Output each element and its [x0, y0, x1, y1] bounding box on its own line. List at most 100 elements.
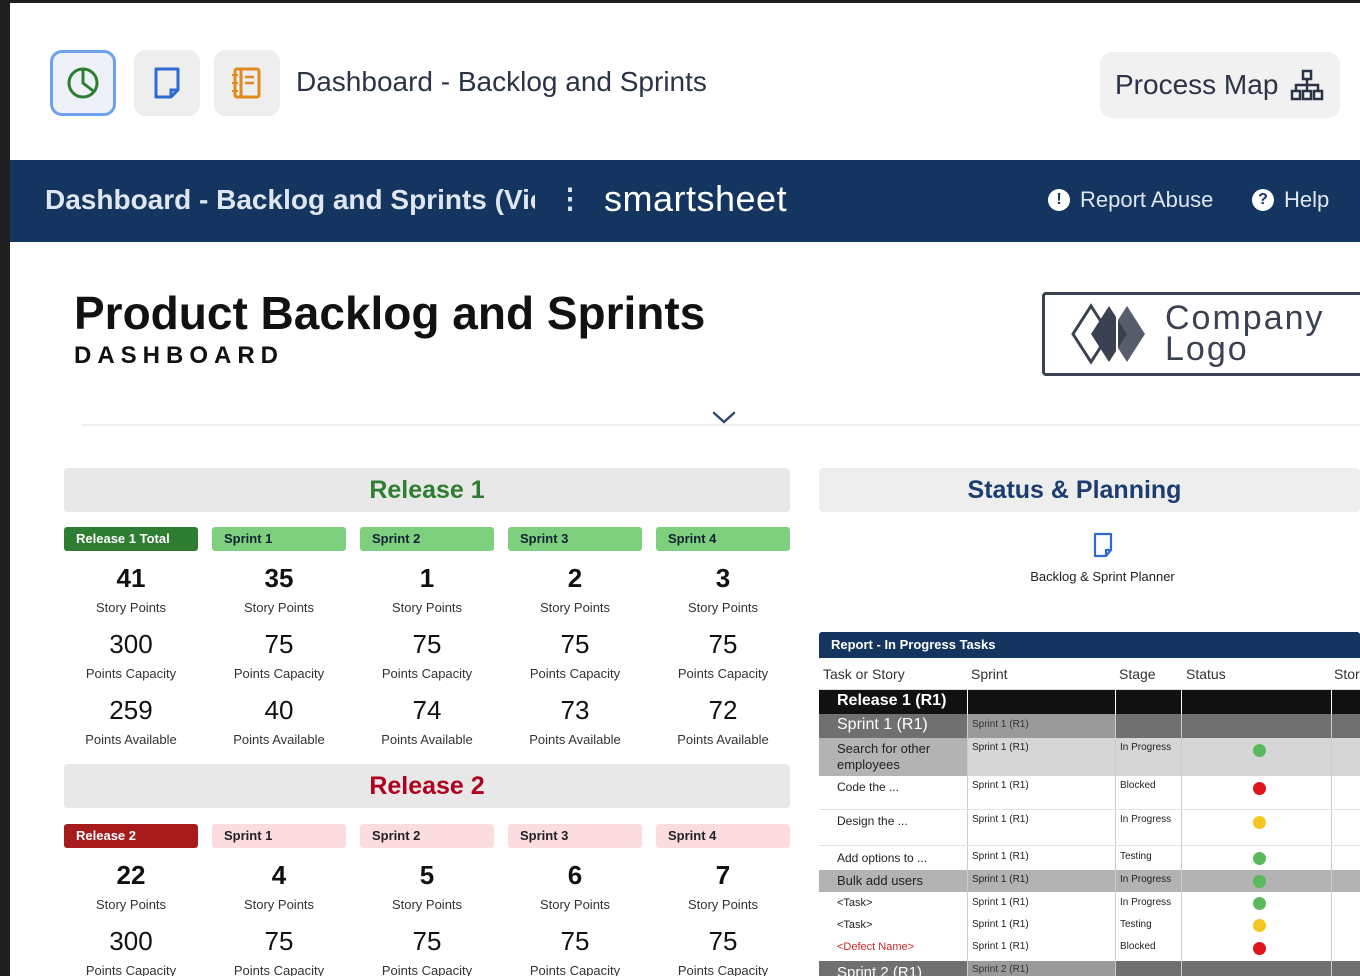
column-tag: Sprint 1 — [212, 527, 346, 551]
available-value: 40 — [264, 695, 294, 725]
status-cell — [1181, 915, 1331, 938]
toolbar-title: Dashboard - Backlog and Sprints — [296, 66, 707, 97]
capacity-label: Points Capacity — [677, 666, 769, 681]
table-row[interactable]: <Defect Name> Sprint 1 (R1) Blocked — [819, 938, 1360, 961]
status-dot — [1253, 816, 1266, 829]
logo-text-logo: Logo — [1165, 330, 1249, 368]
story-cell — [1331, 776, 1360, 809]
column-tag: Sprint 3 — [508, 824, 642, 848]
release-2-header: Release 2 — [64, 764, 790, 808]
column-header-task[interactable]: Task or Story — [823, 666, 905, 682]
status-cell — [1181, 776, 1331, 809]
available-value: 73 — [560, 695, 590, 725]
table-row[interactable]: Code the ... Sprint 1 (R1) Blocked — [819, 776, 1360, 810]
capacity-label: Points Capacity — [233, 963, 325, 976]
story-points-value: 35 — [264, 563, 294, 593]
column-tag: Sprint 2 — [360, 824, 494, 848]
column-header-status[interactable]: Status — [1186, 666, 1226, 682]
page-title: Product Backlog and Sprints — [74, 287, 706, 339]
column-tag: Release 2 — [64, 824, 198, 848]
story-points-value: 6 — [567, 860, 583, 890]
capacity-label: Points Capacity — [677, 963, 769, 976]
dashboard-toolbar: Dashboard - Backlog and Sprints Process … — [10, 14, 1360, 160]
status-cell — [1181, 870, 1331, 892]
backlog-sprint-planner-link[interactable]: Backlog & Sprint Planner — [1020, 532, 1185, 584]
table-row[interactable]: Release 1 (R1) — [819, 690, 1360, 714]
story-points-label: Story Points — [95, 897, 167, 912]
release-1-sprint-1-column: Sprint 1 35 Story Points 75 Points Capac… — [212, 527, 346, 747]
table-row[interactable]: Add options to ... Sprint 1 (R1) Testing — [819, 846, 1360, 870]
chevron-down-icon[interactable] — [711, 410, 737, 426]
sprint-cell — [967, 690, 1115, 714]
capacity-value: 300 — [109, 629, 153, 659]
table-row[interactable]: Design the ... Sprint 1 (R1) In Progress — [819, 810, 1360, 846]
release-1-metrics: Release 1 Total 41 Story Points 300 Poin… — [64, 527, 790, 757]
table-row[interactable]: Search for other employees Sprint 1 (R1)… — [819, 738, 1360, 776]
table-row[interactable]: Bulk add users Sprint 1 (R1) In Progress — [819, 870, 1360, 892]
capacity-value: 75 — [708, 629, 738, 659]
status-cell — [1181, 690, 1331, 714]
table-row[interactable]: Sprint 1 (R1) Sprint 1 (R1) — [819, 714, 1360, 738]
story-points-label: Story Points — [687, 897, 759, 912]
table-row[interactable]: <Task> Sprint 1 (R1) Testing — [819, 915, 1360, 938]
story-cell — [1331, 961, 1360, 976]
story-cell — [1331, 690, 1360, 714]
task-cell: Code the ... — [837, 780, 900, 794]
more-options-icon[interactable]: ⋮ — [556, 182, 584, 215]
available-value: 74 — [412, 695, 442, 725]
story-points-label: Story Points — [687, 600, 759, 615]
window-top-border — [0, 0, 1360, 14]
report-abuse-link[interactable]: ! Report Abuse — [1048, 187, 1213, 213]
smartsheet-logo: smartsheet — [604, 178, 788, 219]
release-2-sprint-1-column: Sprint 1 4 Story Points 75 Points Capaci… — [212, 824, 346, 976]
column-tag: Release 1 Total — [64, 527, 198, 551]
capacity-label: Points Capacity — [85, 963, 177, 976]
story-points-label: Story Points — [539, 897, 611, 912]
stage-cell: In Progress — [1115, 870, 1181, 892]
release-2-sprint-3-column: Sprint 3 6 Story Points 75 Points Capaci… — [508, 824, 642, 976]
stage-cell: In Progress — [1115, 810, 1181, 845]
task-cell: Add options to ... — [837, 851, 928, 865]
status-planning-header: Status & Planning — [819, 468, 1360, 512]
sprint-cell: Sprint 2 (R1) — [967, 961, 1115, 976]
task-cell: <Task> — [837, 897, 873, 909]
story-points-value: 1 — [419, 563, 435, 593]
help-link[interactable]: ? Help — [1252, 187, 1329, 213]
story-points-value: 3 — [715, 563, 731, 593]
available-value: 72 — [708, 695, 738, 725]
stage-cell — [1115, 690, 1181, 714]
sheet-icon — [154, 67, 180, 99]
dashboard-button[interactable] — [50, 50, 116, 116]
notebook-icon — [232, 67, 261, 99]
task-cell: Search for other employees — [837, 741, 931, 772]
page-subtitle: DASHBOARD — [74, 342, 284, 369]
sheet-button[interactable] — [134, 50, 200, 116]
column-tag: Sprint 1 — [212, 824, 346, 848]
column-header-stage[interactable]: Stage — [1119, 666, 1156, 682]
story-points-value: 41 — [116, 563, 146, 593]
sprint-cell: Sprint 1 (R1) — [967, 938, 1115, 961]
story-cell — [1331, 810, 1360, 845]
task-cell: Design the ... — [837, 814, 908, 828]
sheet-icon — [1093, 532, 1112, 558]
status-cell — [1181, 938, 1331, 961]
sprint-cell: Sprint 1 (R1) — [967, 738, 1115, 776]
stage-cell: Blocked — [1115, 776, 1181, 809]
sprint-cell: Sprint 1 (R1) — [967, 810, 1115, 845]
column-header-story[interactable]: Story — [1334, 666, 1360, 682]
release-1-sprint-4-column: Sprint 4 3 Story Points 75 Points Capaci… — [656, 527, 790, 747]
available-label: Points Available — [85, 732, 177, 747]
table-row[interactable]: Sprint 2 (R1) Sprint 2 (R1) — [819, 961, 1360, 976]
report-button[interactable] — [214, 50, 280, 116]
process-map-button[interactable]: Process Map — [1100, 52, 1340, 118]
stage-cell — [1115, 714, 1181, 738]
table-row[interactable]: <Task> Sprint 1 (R1) In Progress — [819, 892, 1360, 915]
capacity-value: 75 — [412, 926, 442, 956]
column-tag: Sprint 2 — [360, 527, 494, 551]
sprint-cell: Sprint 1 (R1) — [967, 846, 1115, 870]
available-value: 259 — [109, 695, 153, 725]
available-label: Points Available — [233, 732, 325, 747]
status-dot — [1253, 875, 1266, 888]
column-header-sprint[interactable]: Sprint — [971, 666, 1008, 682]
report-abuse-label: Report Abuse — [1080, 187, 1214, 212]
